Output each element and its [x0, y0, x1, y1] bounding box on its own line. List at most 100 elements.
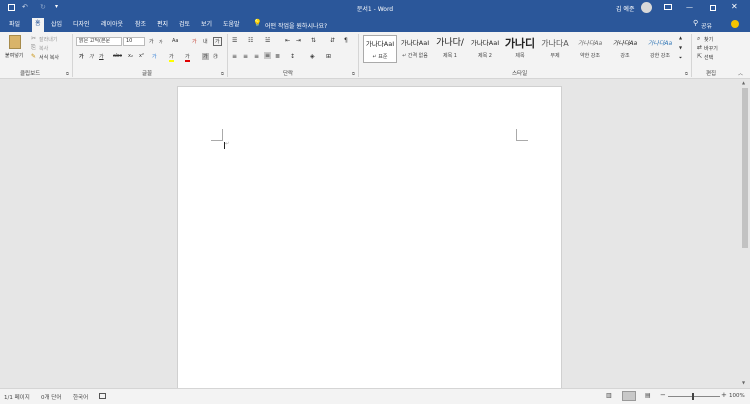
- tab-mailings[interactable]: 편지: [154, 19, 171, 32]
- read-mode-icon[interactable]: ▥: [606, 392, 612, 399]
- cut-button[interactable]: 잘라내기: [39, 36, 57, 43]
- cut-icon[interactable]: ✂: [31, 35, 36, 42]
- paste-icon[interactable]: [9, 35, 21, 49]
- tab-help[interactable]: 도움말: [220, 19, 243, 32]
- feedback-smiley-icon[interactable]: [731, 20, 739, 28]
- macro-record-icon[interactable]: [99, 393, 106, 399]
- styles-scroll-up-icon[interactable]: ▲: [679, 35, 682, 40]
- redo-icon[interactable]: ↻: [40, 3, 46, 11]
- borders-icon[interactable]: ⊞: [326, 53, 331, 60]
- superscript-button[interactable]: x²: [139, 53, 144, 59]
- maximize-icon[interactable]: [710, 5, 716, 11]
- styles-scroll-down-icon[interactable]: ▼: [679, 45, 682, 50]
- style-intense-emphasis[interactable]: 가나다Aa 강한 강조: [643, 35, 677, 63]
- style-normal[interactable]: 가나다AaI ↵ 표준: [363, 35, 397, 63]
- zoom-slider-thumb[interactable]: [692, 393, 694, 400]
- minimize-icon[interactable]: —: [686, 3, 693, 11]
- bold-button[interactable]: 가: [79, 53, 84, 60]
- scroll-down-icon[interactable]: ▼: [742, 380, 745, 385]
- replace-icon[interactable]: ⇄: [697, 44, 702, 51]
- distributed-icon[interactable]: ≣: [275, 53, 280, 60]
- share-icon[interactable]: ⚲: [693, 19, 698, 27]
- subscript-button[interactable]: x₂: [128, 53, 133, 59]
- italic-button[interactable]: 가: [89, 53, 94, 60]
- user-name[interactable]: 김 예준: [616, 4, 634, 13]
- center-icon[interactable]: ≡: [243, 53, 248, 60]
- tab-view[interactable]: 보기: [198, 19, 215, 32]
- style-subtitle[interactable]: 가나다A 부제: [538, 35, 572, 63]
- format-painter-icon[interactable]: ✎: [31, 53, 36, 60]
- tab-review[interactable]: 검토: [176, 19, 193, 32]
- font-size-select[interactable]: 10: [123, 37, 145, 46]
- zoom-slider[interactable]: [668, 396, 720, 397]
- replace-button[interactable]: 바꾸기: [704, 45, 718, 52]
- style-no-spacing[interactable]: 가나다AaI ↵ 간격 없음: [398, 35, 432, 63]
- share-button[interactable]: 공유: [701, 21, 712, 30]
- find-icon[interactable]: ⌕: [697, 35, 700, 43]
- vertical-scrollbar[interactable]: ▲ ▼: [740, 79, 750, 388]
- find-button[interactable]: 찾기: [704, 36, 713, 43]
- word-count[interactable]: 0개 단어: [41, 393, 61, 401]
- customize-qat-icon[interactable]: ▾: [55, 3, 58, 10]
- shrink-font-button[interactable]: 가: [159, 39, 163, 45]
- tab-layout[interactable]: 레이아웃: [98, 19, 126, 32]
- language-indicator[interactable]: 한국어: [73, 393, 88, 401]
- asian-layout-icon[interactable]: ⇅: [311, 37, 316, 44]
- style-subtle-emphasis[interactable]: 가나다Aa 약한 강조: [573, 35, 607, 63]
- font-color-button[interactable]: 가: [185, 53, 190, 62]
- grow-font-button[interactable]: 가: [149, 38, 154, 45]
- styles-launcher-icon[interactable]: ⧉: [685, 71, 688, 76]
- bullets-icon[interactable]: ☰: [232, 37, 237, 44]
- enclose-char-button[interactable]: ㉮: [213, 53, 218, 60]
- tab-references[interactable]: 참조: [132, 19, 149, 32]
- char-border-button[interactable]: 가: [213, 37, 222, 46]
- print-layout-icon[interactable]: [622, 391, 636, 401]
- show-marks-icon[interactable]: ¶: [344, 37, 348, 44]
- document-page[interactable]: ↵: [177, 86, 562, 388]
- document-canvas[interactable]: ↵: [0, 79, 740, 388]
- numbering-icon[interactable]: ☷: [248, 37, 253, 44]
- close-icon[interactable]: ✕: [731, 2, 738, 11]
- justify-icon[interactable]: ≡: [264, 52, 272, 59]
- ribbon-display-options-icon[interactable]: [664, 4, 672, 10]
- web-layout-icon[interactable]: ▤: [645, 392, 651, 399]
- sort-icon[interactable]: ⇵: [330, 37, 335, 44]
- tab-design[interactable]: 디자인: [70, 19, 93, 32]
- zoom-in-icon[interactable]: +: [721, 391, 727, 399]
- tab-home[interactable]: 홈: [32, 18, 44, 32]
- change-case-button[interactable]: Aa: [172, 38, 178, 44]
- style-title[interactable]: 가나디 제목: [503, 35, 537, 63]
- paste-button[interactable]: 붙여넣기: [5, 52, 23, 59]
- zoom-level[interactable]: 100%: [729, 393, 745, 399]
- shading-icon[interactable]: ◈: [310, 53, 315, 60]
- strikethrough-button[interactable]: abc: [113, 53, 122, 59]
- select-icon[interactable]: ⇱: [697, 53, 702, 60]
- zoom-out-icon[interactable]: −: [660, 391, 666, 399]
- select-button[interactable]: 선택: [704, 54, 713, 61]
- text-effects-button[interactable]: 가: [152, 53, 157, 60]
- scroll-thumb[interactable]: [742, 88, 748, 248]
- undo-icon[interactable]: ↶: [22, 3, 28, 11]
- collapse-ribbon-icon[interactable]: ︿: [738, 70, 743, 77]
- format-painter-button[interactable]: 서식 복사: [39, 54, 59, 61]
- scroll-up-icon[interactable]: ▲: [742, 80, 745, 85]
- char-shading-button[interactable]: 가: [202, 53, 209, 60]
- line-spacing-icon[interactable]: ↕: [290, 53, 295, 60]
- page-count[interactable]: 1/1 페이지: [4, 393, 30, 401]
- style-heading-1[interactable]: 가나다/ 제목 1: [433, 35, 467, 63]
- clear-formatting-button[interactable]: 가: [192, 38, 197, 45]
- copy-button[interactable]: 복사: [39, 45, 48, 52]
- styles-more-icon[interactable]: ⏷: [679, 55, 682, 60]
- increase-indent-icon[interactable]: ⇥: [296, 37, 301, 44]
- multilevel-list-icon[interactable]: ☱: [265, 37, 270, 44]
- style-heading-2[interactable]: 가나다AaI 제목 2: [468, 35, 502, 63]
- tab-insert[interactable]: 삽입: [48, 19, 65, 32]
- style-emphasis[interactable]: 가나다Aa 강조: [608, 35, 642, 63]
- avatar[interactable]: [641, 2, 652, 13]
- font-name-select[interactable]: 맑은 고딕(본문: [76, 37, 122, 46]
- save-icon[interactable]: [8, 4, 15, 11]
- align-right-icon[interactable]: ≡: [254, 53, 259, 60]
- font-launcher-icon[interactable]: ⧉: [221, 71, 224, 76]
- decrease-indent-icon[interactable]: ⇤: [285, 37, 290, 44]
- underline-button[interactable]: 가: [99, 53, 104, 60]
